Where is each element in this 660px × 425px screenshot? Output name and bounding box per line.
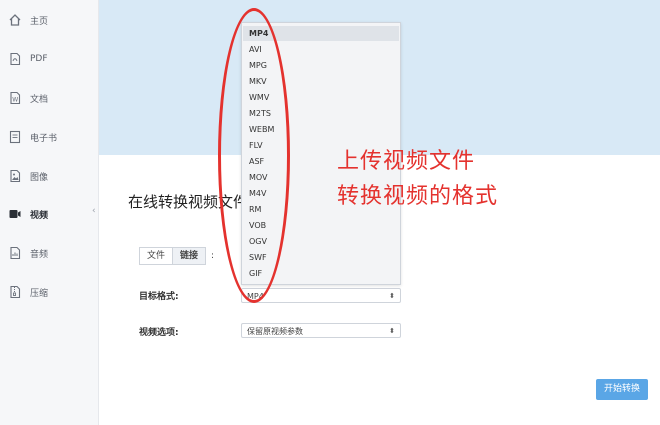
sidebar-item-audio[interactable]: 音频: [0, 239, 98, 267]
sidebar-item-label: PDF: [30, 54, 48, 64]
sidebar-item-label: 电子书: [30, 133, 58, 144]
converter-page: 主页 PDF W 文档 电子书 图像 视频 音频 压缩 ‹ 在线转换视频文件 文…: [0, 0, 660, 425]
archive-icon: [8, 285, 22, 299]
target-format-label: 目标格式:: [139, 292, 179, 302]
sidebar-item-ebook[interactable]: 电子书: [0, 123, 98, 151]
dropdown-option[interactable]: MPG: [243, 58, 399, 73]
dropdown-option[interactable]: VOB: [243, 218, 399, 233]
sidebar-item-label: 主页: [30, 16, 49, 27]
audio-icon: [8, 246, 22, 260]
sidebar-item-label: 视频: [30, 210, 49, 221]
image-icon: [8, 169, 22, 183]
page-title: 在线转换视频文件: [128, 193, 249, 211]
sidebar-item-document[interactable]: W 文档: [0, 84, 98, 112]
target-format-value: MP4: [247, 292, 264, 301]
source-tabs: 文件 链接 :: [139, 247, 215, 265]
sidebar-item-pdf[interactable]: PDF: [0, 45, 98, 73]
video-options-label: 视频选项:: [139, 328, 179, 338]
sidebar-item-label: 图像: [30, 172, 49, 183]
annotation-line-1: 上传视频文件: [337, 149, 476, 174]
sidebar-item-image[interactable]: 图像: [0, 162, 98, 190]
tab-file[interactable]: 文件: [139, 247, 174, 265]
collapse-sidebar-icon[interactable]: ‹: [92, 205, 98, 217]
word-document-icon: W: [8, 91, 22, 105]
select-arrows-icon: ⬍: [389, 292, 395, 300]
ebook-icon: [8, 130, 22, 144]
dropdown-option[interactable]: MP4: [243, 26, 399, 41]
video-icon: [8, 207, 22, 221]
tab-link[interactable]: 链接: [173, 247, 207, 265]
sidebar-item-video[interactable]: 视频: [0, 200, 98, 228]
sidebar-item-label: 压缩: [30, 288, 49, 299]
source-tabs-colon: :: [211, 251, 215, 261]
dropdown-option[interactable]: M2TS: [243, 106, 399, 121]
sidebar-item-label: 音频: [30, 249, 49, 260]
dropdown-option[interactable]: MKV: [243, 74, 399, 89]
dropdown-option[interactable]: GIF: [243, 266, 399, 281]
dropdown-option[interactable]: WEBM: [243, 122, 399, 137]
sidebar-item-label: 文档: [30, 94, 49, 105]
target-format-select[interactable]: MP4 ⬍: [241, 288, 401, 303]
dropdown-option[interactable]: OGV: [243, 234, 399, 249]
dropdown-option[interactable]: WMV: [243, 90, 399, 105]
pdf-file-icon: [8, 52, 22, 66]
dropdown-option[interactable]: AVI: [243, 42, 399, 57]
dropdown-option[interactable]: SWF: [243, 250, 399, 265]
sidebar-item-archive[interactable]: 压缩: [0, 278, 98, 306]
video-options-select[interactable]: 保留原视频参数 ⬍: [241, 323, 401, 338]
video-options-value: 保留原视频参数: [247, 327, 303, 336]
svg-text:W: W: [12, 97, 18, 104]
sidebar-item-home[interactable]: 主页: [0, 6, 98, 34]
start-convert-button[interactable]: 开始转换: [596, 379, 648, 400]
home-icon: [8, 13, 22, 27]
sidebar: 主页 PDF W 文档 电子书 图像 视频 音频 压缩 ‹: [0, 0, 99, 425]
annotation-line-2: 转换视频的格式: [337, 184, 499, 209]
select-arrows-icon: ⬍: [389, 327, 395, 335]
